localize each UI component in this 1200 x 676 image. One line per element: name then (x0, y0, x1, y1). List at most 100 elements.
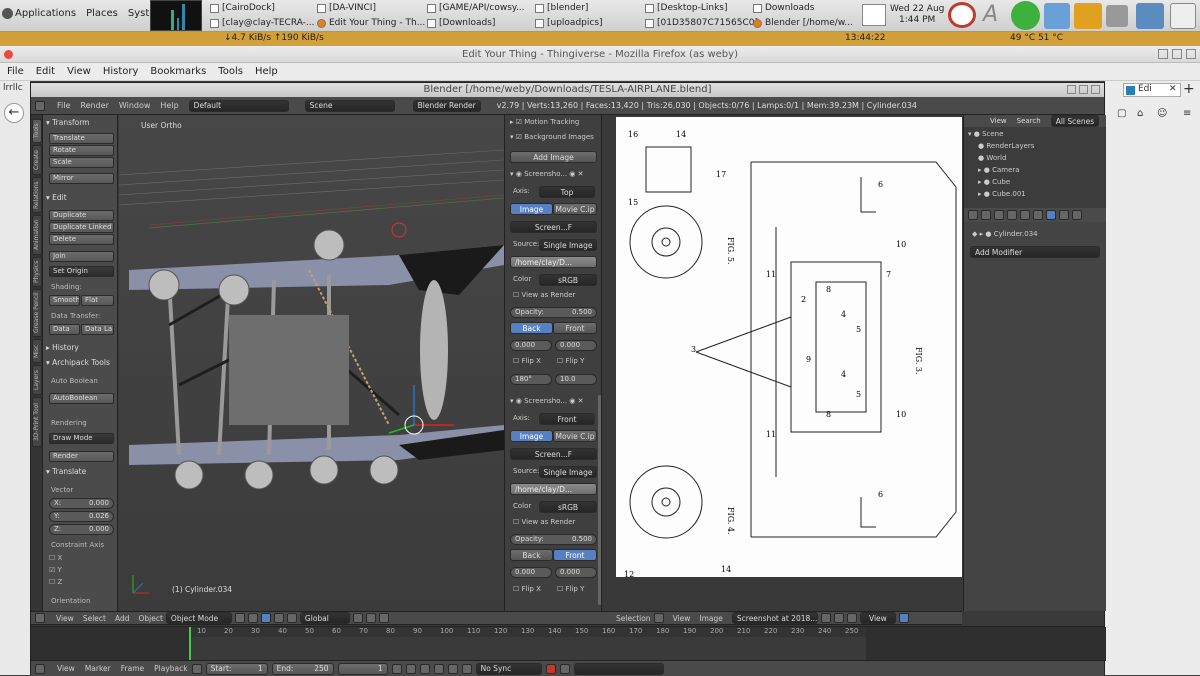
timeline-view-menu[interactable]: View (57, 664, 75, 673)
current-frame-field[interactable]: 1 (337, 662, 388, 675)
tab-relations[interactable]: Relations (32, 177, 42, 213)
keying-set-icon[interactable] (559, 663, 570, 674)
tab-layers[interactable]: Layers (32, 365, 42, 395)
bg-2-image-tab[interactable]: Image (510, 430, 553, 442)
mirror-button[interactable]: Mirror (49, 173, 114, 184)
clock[interactable]: Wed 22 Aug 1:44 PM (890, 4, 944, 26)
rotate-manipulator-icon[interactable] (286, 613, 297, 623)
bg-2-flip-y-checkbox[interactable]: ☐ Flip Y (557, 585, 584, 593)
play-icon[interactable] (433, 663, 444, 674)
tab-tools[interactable]: Tools (32, 119, 42, 143)
scene-selector[interactable]: Scene (304, 99, 395, 112)
bg-1-filepath[interactable]: /home/clay/D... (510, 256, 597, 268)
calendar-icon[interactable] (862, 4, 886, 26)
play-icon[interactable] (1011, 1, 1040, 30)
3d-object-menu[interactable]: Object (138, 614, 162, 623)
outliner-item-renderlayers[interactable]: ● RenderLayers (978, 142, 1034, 150)
transform-panel-header[interactable]: ▾ Transform (46, 118, 89, 127)
tools-icon[interactable] (1044, 3, 1070, 29)
constraints-tab-icon[interactable] (1033, 210, 1043, 220)
bg-2-back-button[interactable]: Back (510, 549, 553, 561)
task-cairodock[interactable]: [CairoDock] (210, 1, 275, 15)
sidebar-icon[interactable]: ▢ (1117, 108, 1126, 119)
blender-close-icon[interactable] (1091, 85, 1100, 94)
bg-2-movie-tab[interactable]: Movie C.ip (553, 430, 597, 442)
scale-button[interactable]: Scale (49, 157, 114, 168)
bg-2-opacity-field[interactable]: Opacity: 0.500 (510, 534, 597, 545)
outliner-view-menu[interactable]: View (990, 117, 1007, 125)
add-image-button[interactable]: Add Image (510, 151, 597, 163)
image-selector[interactable]: Screenshot at 2018... (731, 612, 818, 624)
editor-type-3d-icon[interactable] (35, 613, 45, 623)
start-frame-field[interactable]: Start: 1 (205, 662, 268, 675)
mode-selector[interactable]: Object Mode (165, 612, 232, 624)
task-downloads-2[interactable]: [Downloads] (427, 16, 495, 30)
layer-icon[interactable] (365, 613, 376, 623)
menu-render[interactable]: Render (80, 101, 108, 110)
tab-close-icon[interactable]: ✕ (1169, 84, 1177, 94)
task-da-vinci[interactable]: [DA-VINCI] (317, 1, 376, 15)
menu-tools[interactable]: Tools (218, 66, 243, 77)
bg-1-front-button[interactable]: Front (553, 322, 597, 334)
vector-z-field[interactable]: Z: 0.000 (49, 524, 114, 535)
bg-1-offset-x[interactable]: 0.000 (510, 340, 552, 351)
world-tab-icon[interactable] (1007, 210, 1017, 220)
menu-help[interactable]: Help (255, 66, 278, 77)
editor-type-timeline-icon[interactable] (35, 663, 45, 674)
object-tab-icon[interactable] (1020, 210, 1030, 220)
pivot-icon[interactable] (247, 613, 258, 623)
bg-2-offset-y[interactable]: 0.000 (555, 567, 597, 578)
display-channels-icon[interactable] (898, 613, 909, 623)
bg-2-view-as-render-checkbox[interactable]: ☐ View as Render (513, 518, 575, 526)
bg-1-source-dropdown[interactable]: Single Image (539, 239, 597, 251)
places-menu[interactable]: Places (86, 8, 118, 19)
current-frame-marker[interactable] (189, 627, 191, 661)
next-keyframe-icon[interactable] (447, 663, 458, 674)
timeline-marker-menu[interactable]: Marker (85, 664, 111, 673)
edit-panel-header[interactable]: ▾ Edit (46, 193, 67, 202)
outliner-item-cube[interactable]: ▸ ● Cube (978, 178, 1010, 186)
font-a-icon[interactable]: A (983, 2, 998, 27)
firefox-menu-icon[interactable]: ≡ (1183, 108, 1191, 119)
snap-icon[interactable] (378, 613, 389, 623)
3d-view-menu[interactable]: View (56, 614, 74, 623)
editor-type-info-icon[interactable] (35, 100, 45, 111)
back-icon[interactable]: ← (4, 103, 24, 123)
scene-tab-icon[interactable] (994, 210, 1004, 220)
set-origin-dropdown[interactable]: Set Origin (49, 266, 114, 277)
3d-add-menu[interactable]: Add (115, 614, 130, 623)
tab-grease-pencil[interactable]: Grease Pencil (32, 289, 42, 337)
bg-2-source-dropdown[interactable]: Single Image (539, 466, 597, 478)
menu-file[interactable]: File (57, 101, 70, 110)
selection-menu[interactable]: Selection (616, 614, 651, 623)
preview-range-icon[interactable] (191, 663, 202, 674)
editor-type-image-icon[interactable] (653, 613, 664, 623)
vector-y-field[interactable]: Y: 0.026 (49, 511, 114, 522)
task-game[interactable]: [GAME/API/cowsy... (427, 1, 525, 15)
outliner-display-mode[interactable]: All Scenes (1050, 115, 1100, 127)
constraint-z-checkbox[interactable]: ☐ Z (49, 578, 62, 586)
auto-boolean-button[interactable]: AutoBoolean (49, 393, 114, 404)
sync-mode-selector[interactable]: No Sync (475, 662, 542, 675)
3d-select-menu[interactable]: Select (83, 614, 106, 623)
translate-button[interactable]: Translate (49, 133, 114, 144)
prev-keyframe-icon[interactable] (405, 663, 416, 674)
add-modifier-dropdown[interactable]: Add Modifier (970, 246, 1100, 258)
image-view-menu[interactable]: View (673, 614, 691, 623)
bg-2-offset-x[interactable]: 0.000 (510, 567, 552, 578)
3d-viewport[interactable]: User Ortho (1) Cylinder.034 (119, 115, 504, 611)
bg-2-axis-dropdown[interactable]: Front (539, 413, 595, 425)
menu-file[interactable]: File (7, 66, 24, 77)
menu-help[interactable]: Help (160, 101, 178, 110)
bg-1-opacity-field[interactable]: Opacity: 0.500 (510, 307, 597, 318)
constraint-x-checkbox[interactable]: ☐ X (49, 554, 62, 562)
render-engine-selector[interactable]: Blender Render (412, 99, 481, 112)
background-images-toggle[interactable]: ▾ ☑ Background Images (510, 133, 594, 141)
task-terminal[interactable]: [clay@clay-TECRA-... (210, 16, 315, 30)
image-editor[interactable]: FIG. 5. FIG. 4. FIG. 3. 16 14 15 17 12 1… (602, 115, 962, 611)
maximize-icon[interactable] (1172, 49, 1182, 59)
vector-x-field[interactable]: X: 0.000 (49, 498, 114, 509)
browser-tab-fragment[interactable]: lrrllc (3, 83, 23, 93)
task-blender[interactable]: Blender [/home/w... (753, 16, 853, 30)
translate-operator-header[interactable]: ▾ Translate (46, 467, 86, 476)
